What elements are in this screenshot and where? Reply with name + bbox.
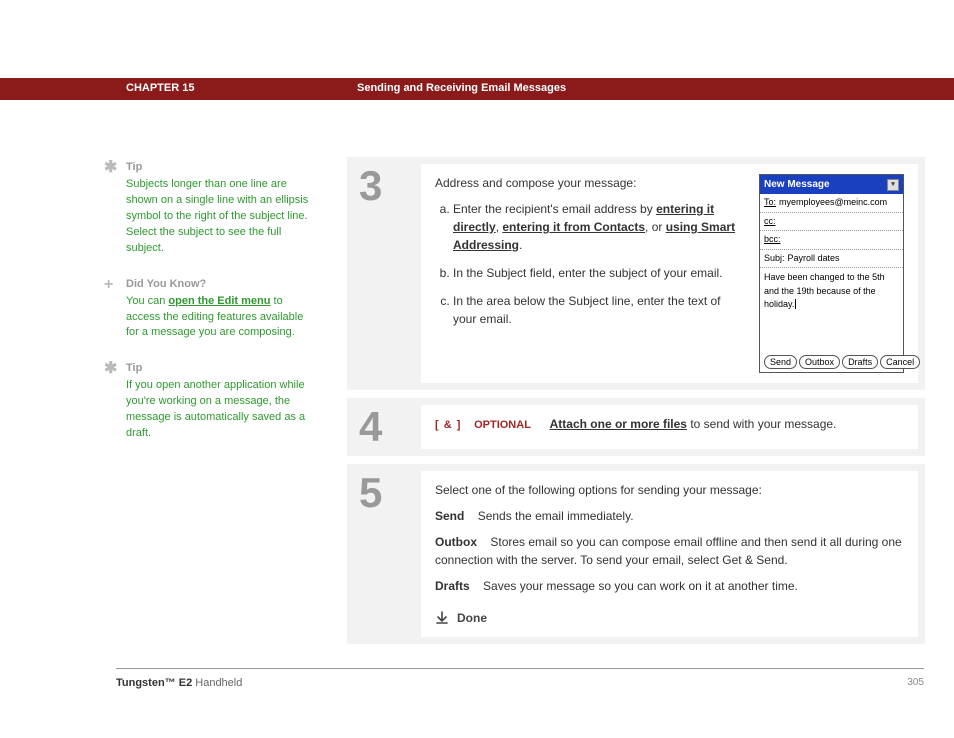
cc-field: cc: [760, 213, 903, 232]
step-5: 5 Select one of the following options fo… [346, 463, 926, 645]
bcc-label: bcc: [764, 233, 781, 247]
optional-brackets: [ & ] [435, 419, 461, 431]
tip-text: You can open the Edit menu to access the… [126, 294, 314, 342]
tip-text: Subjects longer than one line are shown … [126, 177, 314, 257]
subj-field: Subj: Payroll dates [760, 250, 903, 269]
step-4: 4 [ & ] OPTIONAL Attach one or more file… [346, 397, 926, 457]
option-label: Drafts [435, 579, 470, 593]
option-text: Stores email so you can compose email of… [435, 535, 902, 567]
subj-value: Payroll dates [788, 252, 899, 266]
to-field: To: myemployees@meinc.com [760, 194, 903, 213]
step-link[interactable]: entering it from Contacts [502, 220, 645, 234]
tip-icon: ✱ [104, 160, 122, 176]
tip-block: ✱TipSubjects longer than one line are sh… [104, 160, 314, 257]
option-definition: Outbox Stores email so you can compose e… [435, 533, 904, 569]
screenshot-button: Cancel [880, 355, 920, 369]
tip-icon: + [104, 277, 122, 293]
screenshot-title: New Message [764, 177, 830, 192]
chapter-title: Sending and Receiving Email Messages [357, 82, 566, 94]
tip-icon: ✱ [104, 361, 122, 377]
tip-heading: Did You Know? [126, 277, 314, 293]
option-text: Sends the email immediately. [474, 509, 633, 523]
page-number: 305 [907, 677, 924, 689]
option-text: Saves your message so you can work on it… [480, 579, 798, 593]
step-number: 5 [359, 472, 421, 514]
tip-block: +Did You Know?You can open the Edit menu… [104, 277, 314, 342]
bcc-field: bcc: [760, 231, 903, 250]
tip-block: ✱TipIf you open another application whil… [104, 361, 314, 442]
option-label: Outbox [435, 535, 477, 549]
step-4-suffix: to send with your message. [687, 417, 836, 431]
option-definition: Send Sends the email immediately. [435, 507, 904, 525]
sidebar: ✱TipSubjects longer than one line are sh… [104, 160, 314, 462]
handheld-screenshot: New Message ▾ To: myemployees@meinc.com … [759, 174, 904, 373]
done-label: Done [457, 609, 487, 627]
dropdown-icon: ▾ [887, 179, 899, 191]
tip-text: If you open another application while yo… [126, 378, 314, 442]
down-arrow-icon [435, 611, 449, 625]
main-steps: 3 Address and compose your message: Ente… [346, 156, 926, 651]
optional-label: OPTIONAL [474, 419, 531, 431]
option-definition: Drafts Saves your message so you can wor… [435, 577, 904, 595]
screenshot-button: Outbox [799, 355, 840, 369]
to-value: myemployees@meinc.com [779, 196, 899, 210]
option-label: Send [435, 509, 464, 523]
step-3-item: In the Subject field, enter the subject … [453, 264, 745, 282]
step-3-item: In the area below the Subject line, ente… [453, 292, 745, 328]
subj-label: Subj: [764, 252, 785, 266]
product-name: Tungsten™ E2 Handheld [116, 677, 242, 689]
screenshot-button: Send [764, 355, 797, 369]
tip-heading: Tip [126, 361, 314, 377]
chapter-header: CHAPTER 15 Sending and Receiving Email M… [0, 78, 954, 100]
tip-heading: Tip [126, 160, 314, 176]
to-label: To: [764, 196, 776, 210]
screenshot-titlebar: New Message ▾ [760, 175, 903, 194]
done-indicator: Done [435, 609, 904, 627]
page-footer: Tungsten™ E2 Handheld 305 [116, 668, 924, 689]
step-3: 3 Address and compose your message: Ente… [346, 156, 926, 391]
step-5-intro: Select one of the following options for … [435, 481, 904, 499]
step-number: 4 [359, 406, 421, 448]
step-3-text: Address and compose your message: Enter … [435, 174, 745, 373]
attach-files-link[interactable]: Attach one or more files [550, 417, 687, 431]
message-body: Have been changed to the 5th and the 19t… [760, 268, 903, 352]
chapter-label: CHAPTER 15 [126, 82, 194, 94]
screenshot-buttons: SendOutboxDraftsCancel [760, 352, 903, 372]
step-3-intro: Address and compose your message: [435, 174, 745, 192]
step-number: 3 [359, 165, 421, 207]
cc-label: cc: [764, 215, 776, 229]
tip-link[interactable]: open the Edit menu [168, 295, 270, 307]
screenshot-button: Drafts [842, 355, 878, 369]
step-3-item: Enter the recipient's email address by e… [453, 200, 745, 254]
